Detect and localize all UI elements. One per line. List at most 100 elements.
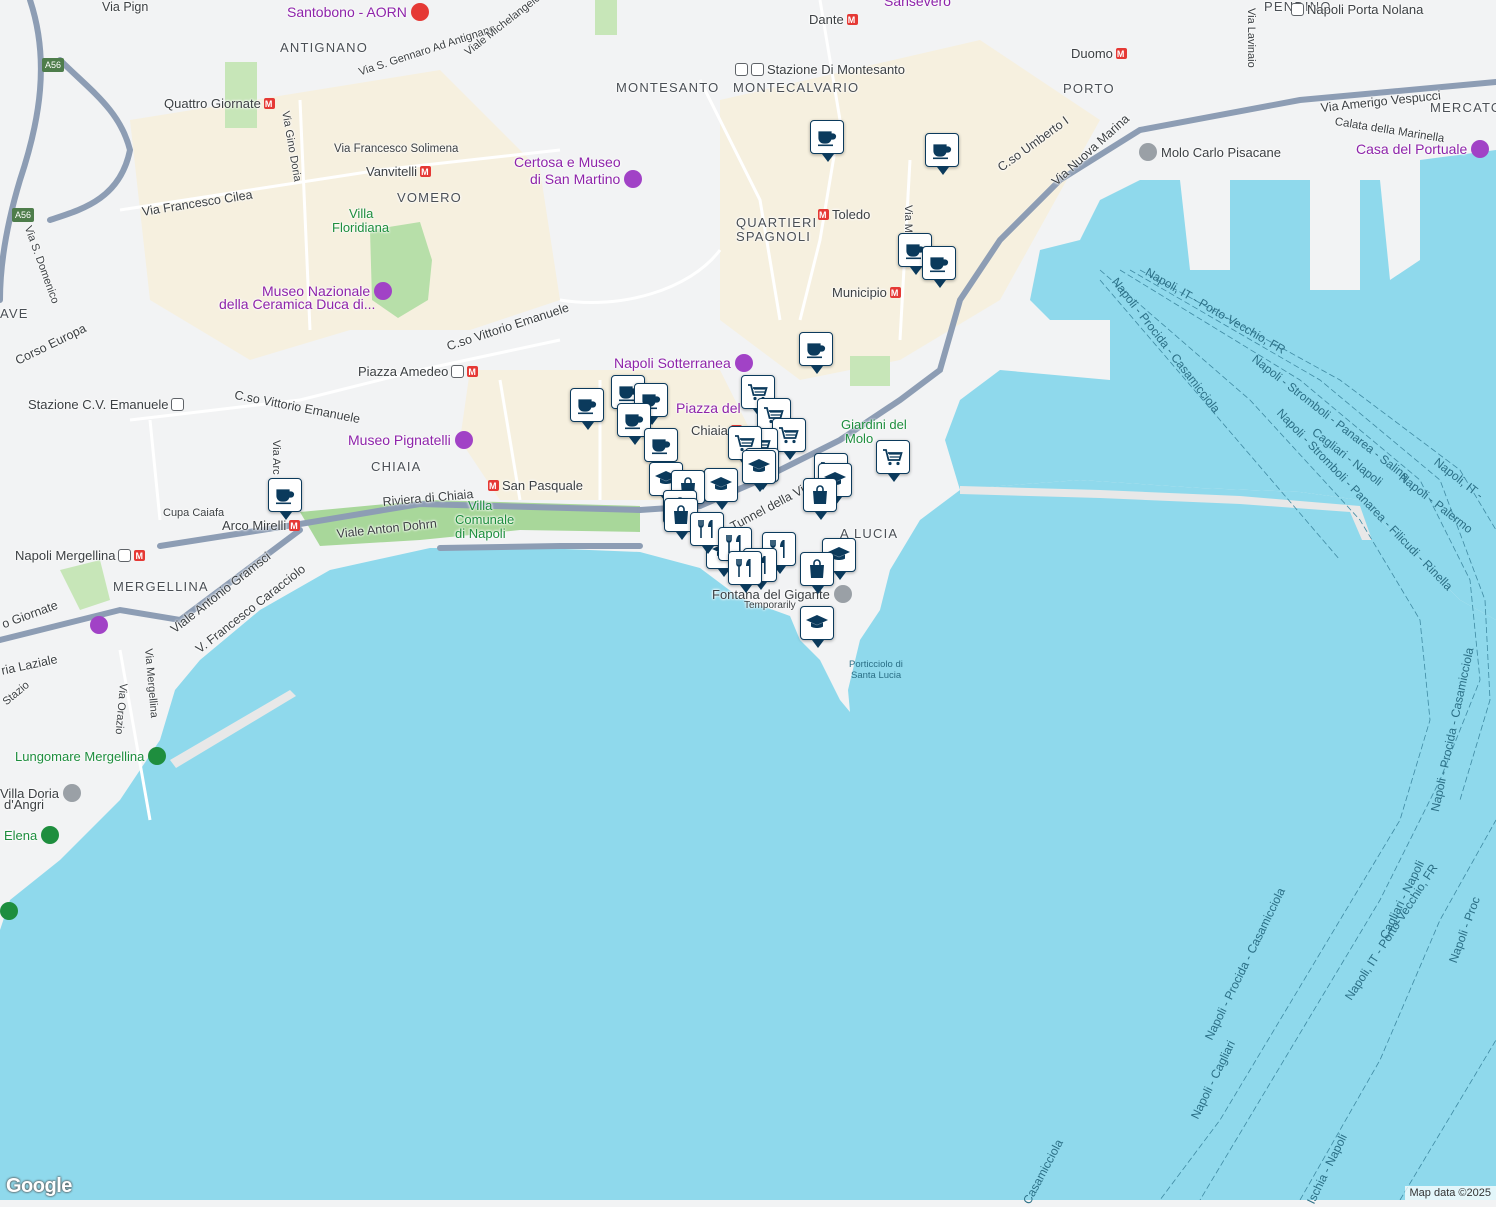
poi-santobono[interactable]: Santobono - AORN: [287, 3, 429, 21]
train-icon: [735, 63, 748, 76]
place-marker-school[interactable]: [704, 468, 738, 502]
shopping-bag-icon: [808, 483, 832, 507]
poi-villa-comunale-line3[interactable]: di Napoli: [455, 527, 506, 541]
poi-porticciolo-line2[interactable]: Santa Lucia: [851, 669, 901, 683]
poi-elena-label: Elena: [4, 828, 37, 843]
label-antignano: ANTIGNANO: [280, 41, 368, 55]
train-icon: [118, 549, 131, 562]
station-municipio[interactable]: Municipio: [832, 286, 901, 300]
poi-museo-pignatelli-label: Museo Pignatelli: [348, 432, 451, 448]
place-marker-shopping-bag[interactable]: [800, 552, 834, 586]
station-arco-mirelli[interactable]: Arco Mirelli: [222, 519, 300, 533]
place-marker-cafe[interactable]: [268, 478, 302, 512]
road-shield-a56: A56: [42, 58, 64, 72]
poi-museo-pignatelli[interactable]: Museo Pignatelli: [348, 431, 473, 449]
station-quattro-giornate[interactable]: Quattro Giornate: [164, 97, 275, 111]
metro-icon: [264, 98, 275, 109]
poi-molo-pisacane[interactable]: Molo Carlo Pisacane: [1139, 143, 1281, 161]
station-duomo[interactable]: Duomo: [1071, 47, 1127, 61]
place-marker-shopping-cart[interactable]: [876, 440, 910, 474]
place-marker-restaurant[interactable]: [728, 551, 762, 585]
station-vanvitelli[interactable]: Vanvitelli: [366, 165, 431, 179]
map-attribution[interactable]: Map data ©2025: [1405, 1186, 1496, 1200]
museum-icon: [374, 282, 392, 300]
station-toledo-label: Toledo: [832, 207, 870, 222]
poi-elena[interactable]: Elena: [4, 826, 59, 844]
poi-villa-doria-line2[interactable]: d'Angri: [4, 798, 44, 812]
cafe-icon: [815, 125, 839, 149]
park-certosa: [595, 0, 617, 35]
poi-lungomare[interactable]: Lungomare Mergellina: [15, 747, 166, 765]
poi-sansevero[interactable]: Sansevero: [884, 0, 951, 8]
road-shield-a56-2: A56: [12, 208, 34, 222]
place-marker-school[interactable]: [742, 450, 776, 484]
cafe-icon: [273, 483, 297, 507]
poi-villa-comunale-line2[interactable]: Comunale: [455, 513, 514, 527]
road-via-arco: Via Arc: [269, 440, 283, 475]
poi-santobono-label: Santobono - AORN: [287, 4, 407, 20]
station-montesanto-label: Stazione Di Montesanto: [767, 62, 905, 77]
poi-temporarily-closed: Temporarily: [744, 599, 796, 613]
station-toledo[interactable]: Toledo: [818, 208, 870, 222]
station-duomo-label: Duomo: [1071, 46, 1113, 61]
monument-icon: [834, 585, 852, 603]
place-marker-cafe[interactable]: [570, 388, 604, 422]
cafe-icon: [575, 393, 599, 417]
poi-mergellina-attraction[interactable]: [90, 616, 108, 634]
poi-villa-floridiana-line2[interactable]: Floridiana: [332, 221, 389, 235]
station-vanvitelli-label: Vanvitelli: [366, 164, 417, 179]
poi-villa-floridiana-line1[interactable]: Villa: [349, 207, 373, 221]
road-via-solimena: Via Francesco Solimena: [334, 142, 458, 156]
label-quartieri: QUARTIERI: [736, 216, 817, 230]
label-vomero: VOMERO: [397, 191, 462, 205]
poi-piazza-plebiscito[interactable]: Piazza del: [676, 401, 741, 415]
camera-icon: [90, 616, 108, 634]
poi-edge-green[interactable]: [0, 902, 18, 920]
poi-certosa-line2[interactable]: di San Martino: [530, 170, 642, 188]
station-montesanto[interactable]: Stazione Di Montesanto: [735, 63, 905, 77]
station-san-pasquale[interactable]: San Pasquale: [488, 479, 583, 493]
poi-napoli-sotterranea[interactable]: Napoli Sotterranea: [614, 354, 753, 372]
place-marker-cafe[interactable]: [922, 246, 956, 280]
building-icon: [63, 784, 81, 802]
camera-icon: [735, 354, 753, 372]
place-marker-cafe[interactable]: [925, 133, 959, 167]
metro-icon: [467, 366, 478, 377]
poi-certosa-line1[interactable]: Certosa e Museo: [514, 155, 621, 169]
poi-giardini-molo-line1[interactable]: Giardini del: [841, 418, 907, 432]
station-cv-emanuele-label: Stazione C.V. Emanuele: [28, 397, 168, 412]
poi-certosa-label: di San Martino: [530, 171, 620, 187]
place-marker-school[interactable]: [800, 606, 834, 640]
place-marker-cafe[interactable]: [810, 120, 844, 154]
metro-icon: [1116, 48, 1127, 59]
museum-icon: [455, 431, 473, 449]
place-marker-cafe[interactable]: [799, 332, 833, 366]
station-porta-nolana[interactable]: Napoli Porta Nolana: [1291, 3, 1423, 17]
place-marker-shopping-bag[interactable]: [803, 478, 837, 512]
label-porto: PORTO: [1063, 82, 1115, 96]
station-dante[interactable]: Dante: [809, 13, 858, 27]
station-chiaia-label: Chiaia: [691, 423, 728, 438]
poi-giardini-molo-line2[interactable]: Molo: [845, 432, 873, 446]
train-icon: [1291, 3, 1304, 16]
park-icon: [0, 902, 18, 920]
hospital-icon: [411, 3, 429, 21]
cafe-icon: [622, 408, 646, 432]
label-montecalvario: MONTECALVARIO: [733, 81, 859, 95]
place-marker-cafe[interactable]: [644, 428, 678, 462]
cafe-icon: [649, 433, 673, 457]
museum-icon: [624, 170, 642, 188]
label-ave: AVE: [0, 307, 29, 321]
train-icon: [451, 365, 464, 378]
station-arco-mirelli-label: Arco Mirelli: [222, 518, 286, 533]
station-piazza-amedeo[interactable]: Piazza Amedeo: [358, 365, 478, 379]
label-spagnoli: SPAGNOLI: [736, 230, 811, 244]
park-icon: [148, 747, 166, 765]
metro-icon: [420, 166, 431, 177]
poi-museo-ceramica-line2[interactable]: della Ceramica Duca di...: [219, 297, 375, 311]
restaurant-icon: [695, 517, 719, 541]
station-cv-emanuele[interactable]: Stazione C.V. Emanuele: [28, 398, 184, 412]
poi-lungomare-label: Lungomare Mergellina: [15, 749, 144, 764]
station-mergellina[interactable]: Napoli Mergellina: [15, 549, 145, 563]
metro-icon: [134, 550, 145, 561]
